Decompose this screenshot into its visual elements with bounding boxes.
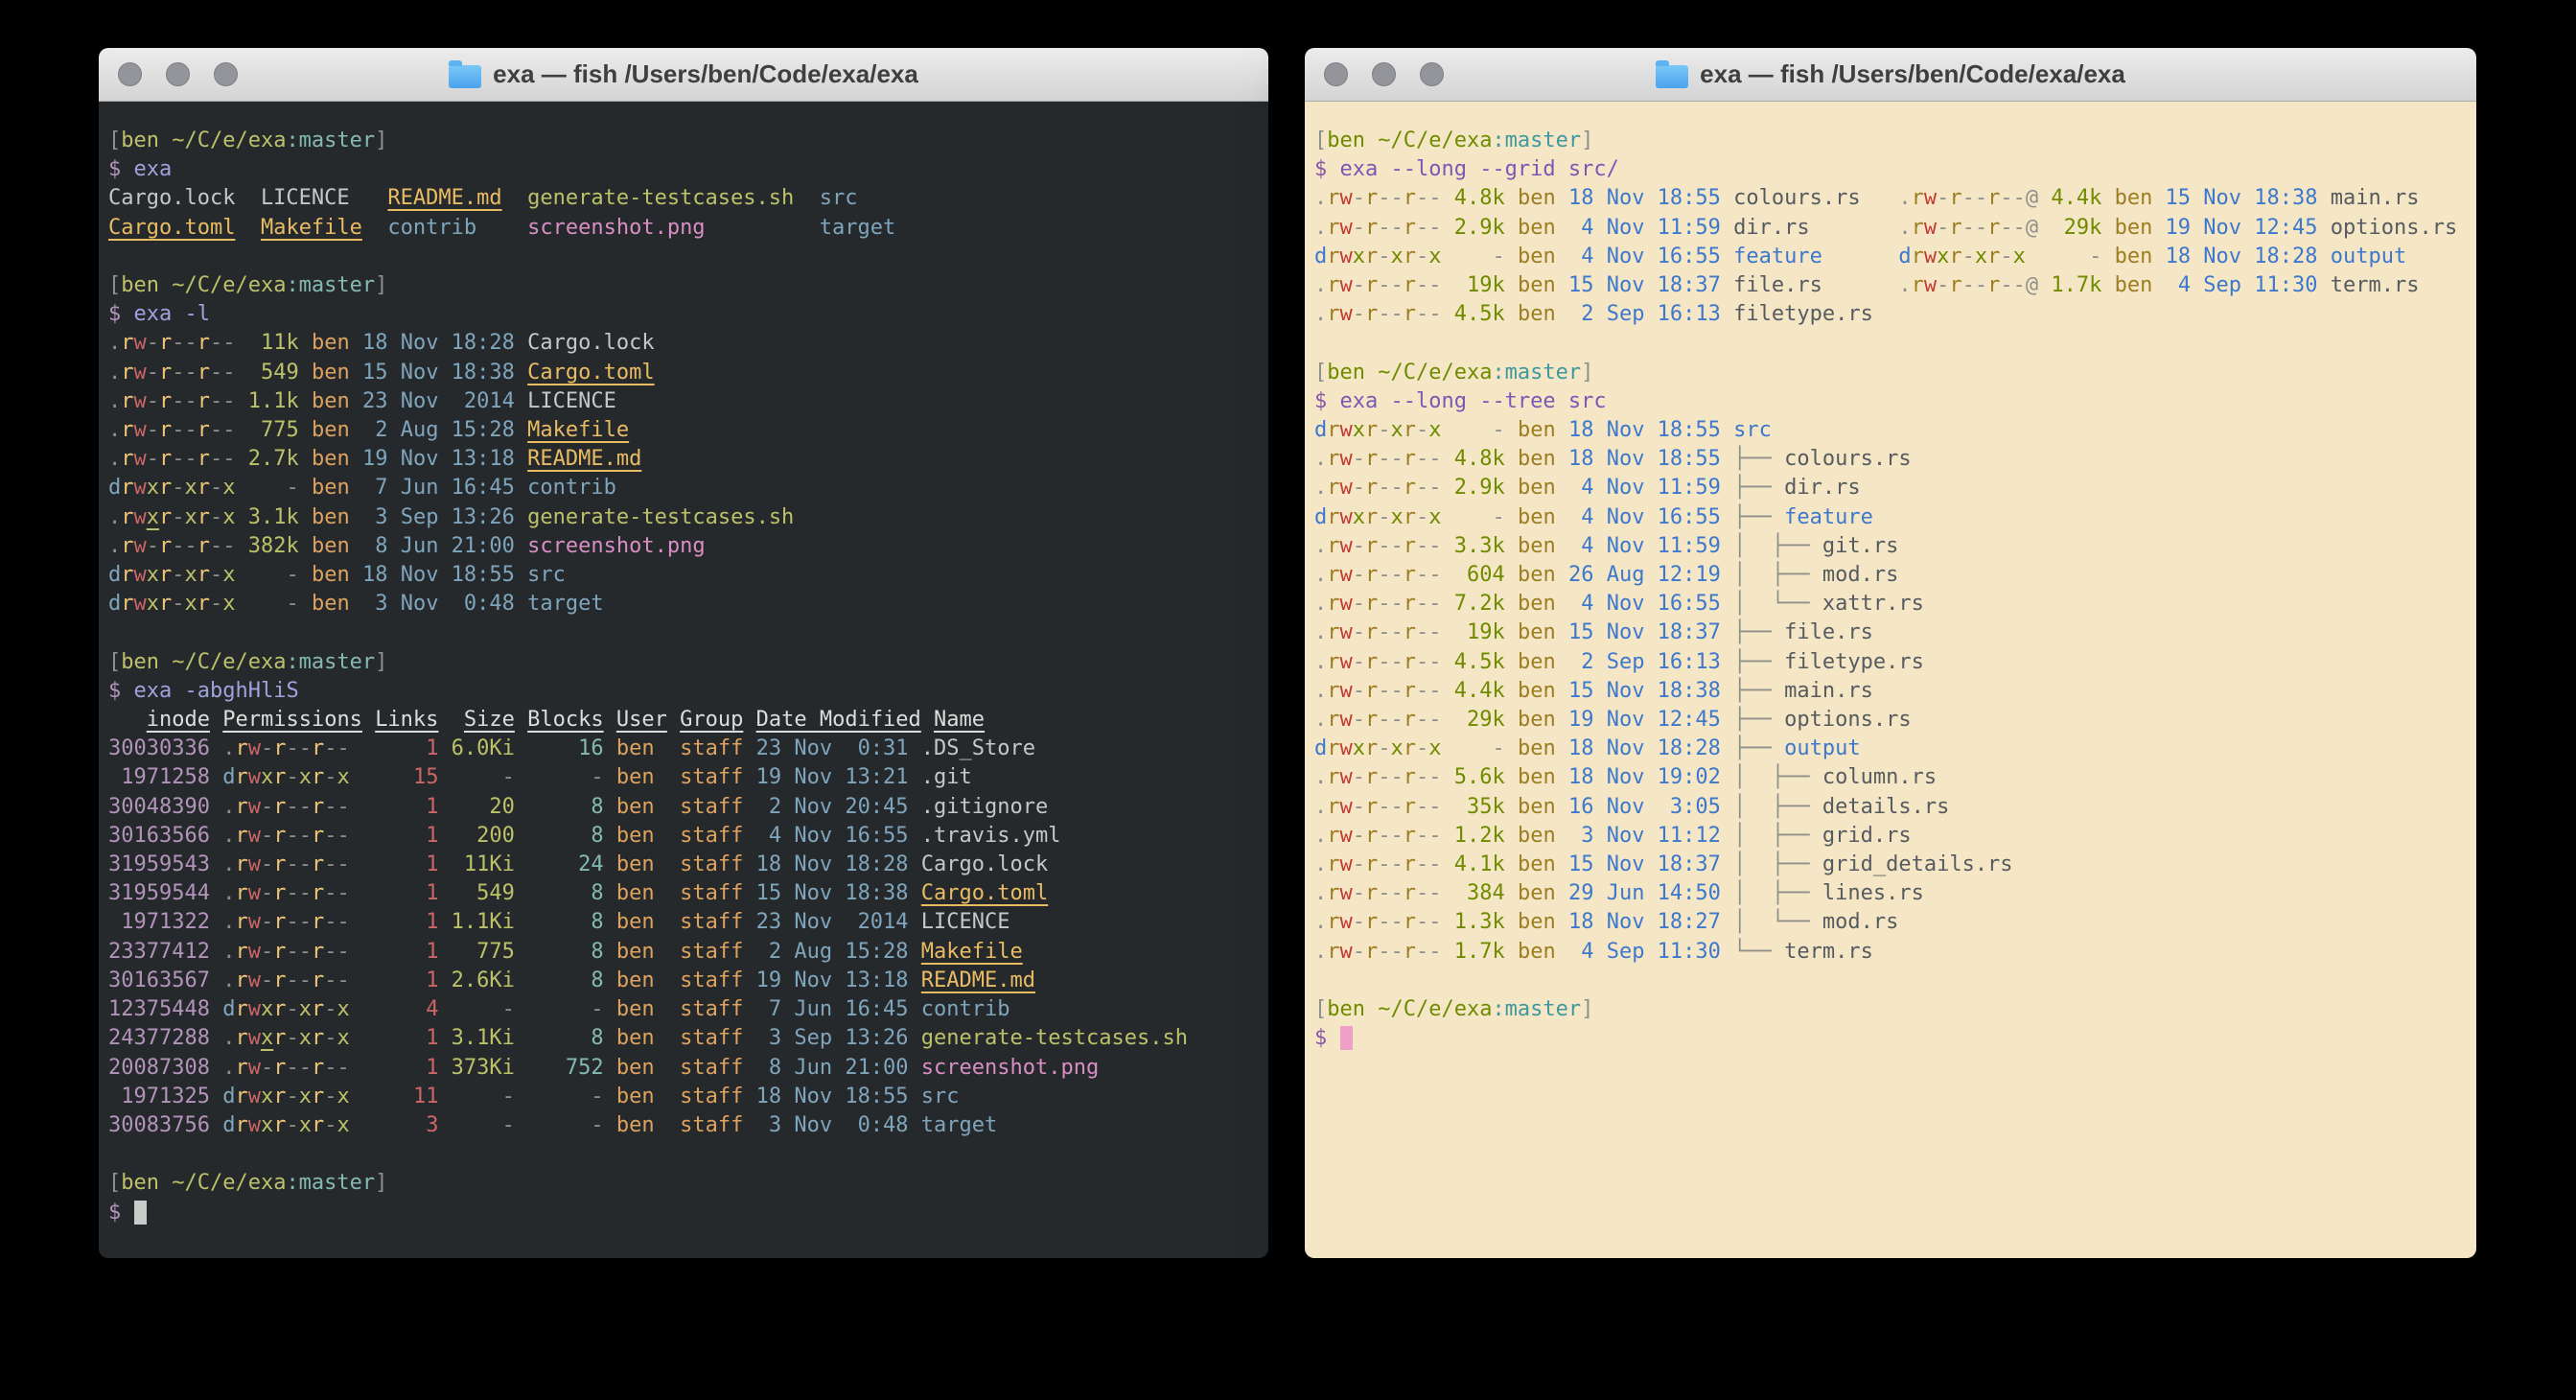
terminal-line: [ben ~/C/e/exa:master] [1314, 995, 2469, 1024]
terminal-line: 20087308 .rw-r--r-- 1 373Ki 752 ben staf… [108, 1054, 1261, 1083]
terminal-line: 30048390 .rw-r--r-- 1 20 8 ben staff 2 N… [108, 793, 1261, 822]
terminal-line: drwxr-xr-x - ben 4 Nov 16:55 feature drw… [1314, 243, 2469, 271]
terminal-line: 24377288 .rwxr-xr-x 1 3.1Ki 8 ben staff … [108, 1024, 1261, 1053]
folder-icon [1656, 65, 1688, 88]
terminal-line: $ exa -l [108, 300, 1261, 329]
terminal-line: .rwxr-xr-x 3.1k ben 3 Sep 13:26 generate… [108, 503, 1261, 532]
window-title: exa — fish /Users/ben/Code/exa/exa [1700, 59, 2125, 89]
zoom-button[interactable] [1420, 62, 1444, 86]
terminal-line [108, 618, 1261, 647]
close-button[interactable] [1324, 62, 1348, 86]
terminal-line: $ exa -abghHliS [108, 677, 1261, 706]
terminal-line: inode Permissions Links Size Blocks User… [108, 706, 1261, 735]
terminal-line [108, 243, 1261, 271]
terminal-line: .rw-r--r-- 29k ben 19 Nov 12:45 ├── opti… [1314, 706, 2469, 735]
terminal-line: .rw-r--r-- 11k ben 18 Nov 18:28 Cargo.lo… [108, 329, 1261, 358]
text-cursor [1340, 1026, 1353, 1050]
minimize-button[interactable] [1372, 62, 1396, 86]
text-cursor [134, 1201, 147, 1225]
terminal-line: 31959543 .rw-r--r-- 1 11Ki 24 ben staff … [108, 851, 1261, 879]
terminal-window-dark: exa — fish /Users/ben/Code/exa/exa [ben … [99, 48, 1268, 1258]
terminal-line: .rw-r--r-- 4.8k ben 18 Nov 18:55 ├── col… [1314, 445, 2469, 474]
close-button[interactable] [118, 62, 142, 86]
terminal-line: [ben ~/C/e/exa:master] [108, 648, 1261, 677]
terminal-line: 30083756 drwxr-xr-x 3 - - ben staff 3 No… [108, 1111, 1261, 1140]
terminal-content-dark[interactable]: [ben ~/C/e/exa:master]$ exaCargo.lock LI… [99, 102, 1268, 1258]
title-bar[interactable]: exa — fish /Users/ben/Code/exa/exa [99, 48, 1268, 102]
terminal-line: drwxr-xr-x - ben 18 Nov 18:55 src [1314, 416, 2469, 445]
terminal-line: $ [108, 1199, 1261, 1227]
terminal-line: .rw-r--r-- 775 ben 2 Aug 15:28 Makefile [108, 416, 1261, 445]
terminal-line: .rw-r--r-- 2.9k ben 4 Nov 11:59 ├── dir.… [1314, 474, 2469, 502]
terminal-line: .rw-r--r-- 382k ben 8 Jun 21:00 screensh… [108, 532, 1261, 561]
terminal-line: $ [1314, 1024, 2469, 1053]
title-bar[interactable]: exa — fish /Users/ben/Code/exa/exa [1305, 48, 2476, 102]
terminal-line: .rw-r--r-- 19k ben 15 Nov 18:37 ├── file… [1314, 618, 2469, 647]
terminal-line: drwxr-xr-x - ben 4 Nov 16:55 ├── feature [1314, 503, 2469, 532]
terminal-line: 30030336 .rw-r--r-- 1 6.0Ki 16 ben staff… [108, 735, 1261, 763]
zoom-button[interactable] [214, 62, 238, 86]
terminal-line: .rw-r--r-- 549 ben 15 Nov 18:38 Cargo.to… [108, 359, 1261, 387]
terminal-line: .rw-r--r-- 1.2k ben 3 Nov 11:12 │ ├── gr… [1314, 822, 2469, 851]
terminal-line: .rw-r--r-- 7.2k ben 4 Nov 16:55 │ └── xa… [1314, 590, 2469, 618]
terminal-line: drwxr-xr-x - ben 18 Nov 18:28 ├── output [1314, 735, 2469, 763]
terminal-line: .rw-r--r-- 1.7k ben 4 Sep 11:30 └── term… [1314, 938, 2469, 967]
terminal-line: .rw-r--r-- 4.1k ben 15 Nov 18:37 │ ├── g… [1314, 851, 2469, 879]
terminal-line [1314, 967, 2469, 995]
terminal-content-light[interactable]: [ben ~/C/e/exa:master]$ exa --long --gri… [1305, 102, 2476, 1258]
terminal-line: 1971258 drwxr-xr-x 15 - - ben staff 19 N… [108, 763, 1261, 792]
terminal-line: 1971322 .rw-r--r-- 1 1.1Ki 8 ben staff 2… [108, 908, 1261, 937]
terminal-line: .rw-r--r-- 35k ben 16 Nov 3:05 │ ├── det… [1314, 793, 2469, 822]
terminal-window-light: exa — fish /Users/ben/Code/exa/exa [ben … [1305, 48, 2476, 1258]
terminal-line: .rw-r--r-- 1.1k ben 23 Nov 2014 LICENCE [108, 387, 1261, 416]
terminal-line: .rw-r--r-- 4.4k ben 15 Nov 18:38 ├── mai… [1314, 677, 2469, 706]
terminal-line: [ben ~/C/e/exa:master] [108, 1169, 1261, 1198]
terminal-line: .rw-r--r-- 3.3k ben 4 Nov 11:59 │ ├── gi… [1314, 532, 2469, 561]
terminal-line: 23377412 .rw-r--r-- 1 775 8 ben staff 2 … [108, 938, 1261, 967]
window-title-area: exa — fish /Users/ben/Code/exa/exa [99, 59, 1268, 89]
terminal-line: 1971325 drwxr-xr-x 11 - - ben staff 18 N… [108, 1083, 1261, 1111]
terminal-line: drwxr-xr-x - ben 18 Nov 18:55 src [108, 561, 1261, 590]
terminal-line: [ben ~/C/e/exa:master] [108, 127, 1261, 155]
terminal-line: Cargo.lock LICENCE README.md generate-te… [108, 184, 1261, 213]
terminal-line: .rw-r--r-- 2.7k ben 19 Nov 13:18 README.… [108, 445, 1261, 474]
terminal-line: .rw-r--r-- 4.5k ben 2 Sep 16:13 ├── file… [1314, 648, 2469, 677]
terminal-line: drwxr-xr-x - ben 3 Nov 0:48 target [108, 590, 1261, 618]
traffic-lights [1324, 48, 1444, 101]
terminal-line: [ben ~/C/e/exa:master] [1314, 127, 2469, 155]
desktop-background: { "left_window": { "title": "exa — fish … [0, 0, 2576, 1400]
terminal-line: drwxr-xr-x - ben 7 Jun 16:45 contrib [108, 474, 1261, 502]
terminal-line: .rw-r--r-- 4.8k ben 18 Nov 18:55 colours… [1314, 184, 2469, 213]
terminal-line: $ exa --long --grid src/ [1314, 155, 2469, 184]
terminal-line: .rw-r--r-- 384 ben 29 Jun 14:50 │ ├── li… [1314, 879, 2469, 908]
terminal-line: [ben ~/C/e/exa:master] [1314, 359, 2469, 387]
terminal-line: 30163566 .rw-r--r-- 1 200 8 ben staff 4 … [108, 822, 1261, 851]
terminal-line: .rw-r--r-- 604 ben 26 Aug 12:19 │ ├── mo… [1314, 561, 2469, 590]
terminal-line: .rw-r--r-- 1.3k ben 18 Nov 18:27 │ └── m… [1314, 908, 2469, 937]
terminal-line: $ exa [108, 155, 1261, 184]
minimize-button[interactable] [166, 62, 190, 86]
terminal-line: 12375448 drwxr-xr-x 4 - - ben staff 7 Ju… [108, 995, 1261, 1024]
terminal-line: 30163567 .rw-r--r-- 1 2.6Ki 8 ben staff … [108, 967, 1261, 995]
terminal-line: .rw-r--r-- 4.5k ben 2 Sep 16:13 filetype… [1314, 300, 2469, 329]
terminal-line: [ben ~/C/e/exa:master] [108, 271, 1261, 300]
terminal-line [108, 1140, 1261, 1169]
traffic-lights [118, 48, 238, 101]
terminal-line: 31959544 .rw-r--r-- 1 549 8 ben staff 15… [108, 879, 1261, 908]
terminal-line: .rw-r--r-- 5.6k ben 18 Nov 19:02 │ ├── c… [1314, 763, 2469, 792]
window-title-area: exa — fish /Users/ben/Code/exa/exa [1305, 59, 2476, 89]
terminal-line: .rw-r--r-- 2.9k ben 4 Nov 11:59 dir.rs .… [1314, 214, 2469, 243]
terminal-line: Cargo.toml Makefile contrib screenshot.p… [108, 214, 1261, 243]
terminal-line: $ exa --long --tree src [1314, 387, 2469, 416]
window-title: exa — fish /Users/ben/Code/exa/exa [493, 59, 918, 89]
terminal-line: .rw-r--r-- 19k ben 15 Nov 18:37 file.rs … [1314, 271, 2469, 300]
folder-icon [449, 65, 481, 88]
terminal-line [1314, 329, 2469, 358]
